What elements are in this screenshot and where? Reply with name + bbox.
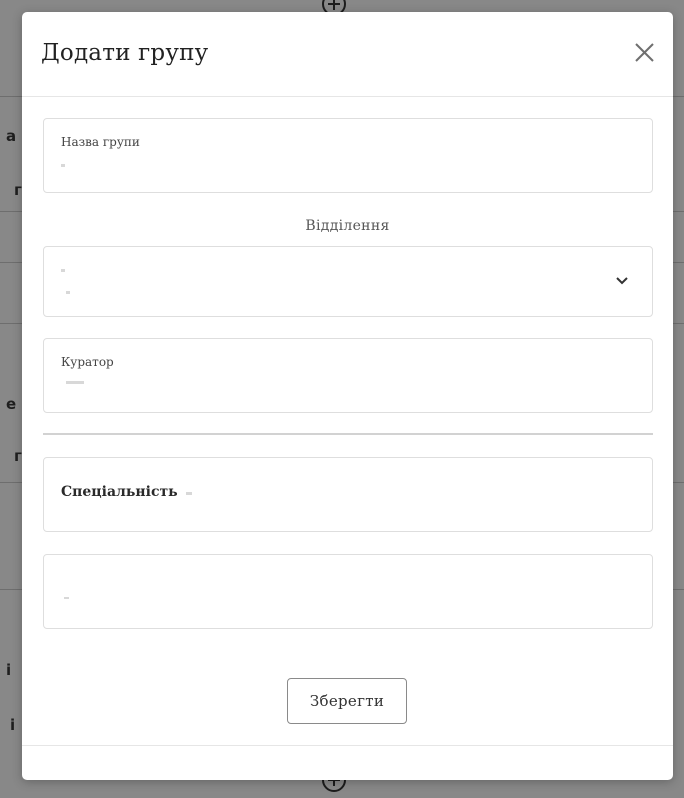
add-group-dialog: Додати групу Назва групи Відділення Кура… (22, 12, 673, 780)
department-select[interactable] (43, 246, 653, 317)
section-divider (43, 433, 653, 435)
close-icon[interactable] (631, 39, 659, 67)
field-cursor (66, 291, 70, 294)
specialty-field[interactable]: Спеціальність (43, 457, 653, 532)
background-text: і (10, 716, 16, 734)
background-text: і (6, 661, 12, 679)
field-cursor (61, 164, 65, 167)
field-cursor (61, 269, 65, 272)
extra-field[interactable] (43, 554, 653, 629)
field-cursor (66, 381, 84, 384)
save-button[interactable]: Зберегти (287, 678, 407, 724)
field-cursor (186, 492, 192, 495)
chevron-down-icon[interactable] (614, 273, 630, 289)
dialog-footer-divider (22, 745, 673, 746)
background-text: е (6, 395, 17, 413)
specialty-label: Спеціальність (61, 484, 178, 500)
curator-field[interactable]: Куратор (43, 338, 653, 413)
department-label: Відділення (305, 218, 390, 234)
background-text: а (6, 127, 17, 145)
curator-label: Куратор (61, 355, 114, 369)
dialog-title: Додати групу (41, 40, 209, 66)
background-text: г (14, 181, 22, 199)
field-cursor (64, 597, 69, 599)
background-text: г (14, 447, 22, 465)
group-name-label: Назва групи (61, 135, 140, 149)
dialog-header: Додати групу (22, 12, 673, 97)
group-name-field[interactable]: Назва групи (43, 118, 653, 193)
